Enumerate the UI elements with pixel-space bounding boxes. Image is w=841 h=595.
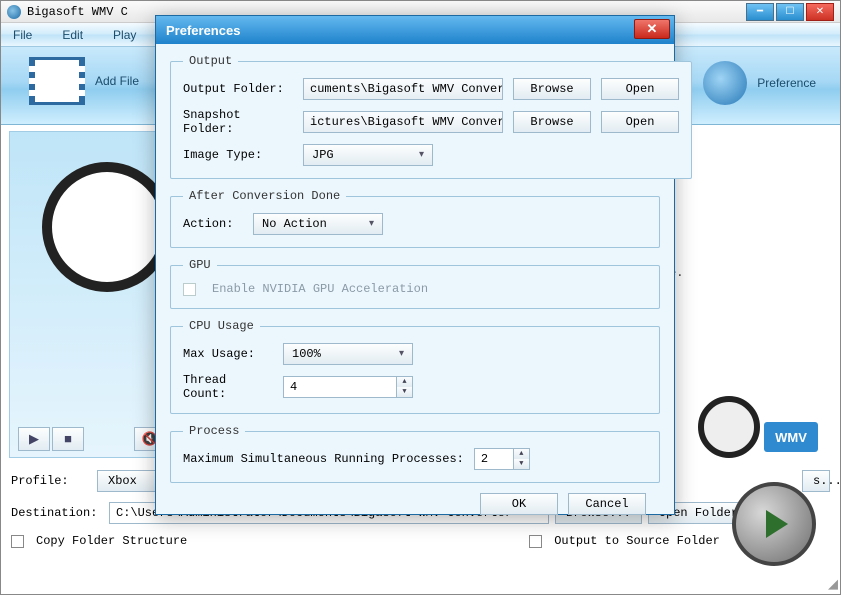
ok-button[interactable]: OK — [480, 493, 558, 515]
player-controls: ▶ ■ 🔇 — [18, 427, 166, 451]
cpu-usage-legend: CPU Usage — [183, 319, 260, 333]
menu-play[interactable]: Play — [113, 28, 136, 42]
output-group: Output Output Folder: cuments\Bigasoft W… — [170, 54, 692, 179]
copy-folder-structure-checkbox[interactable] — [11, 535, 24, 548]
window-controls: ━ ☐ ✕ — [746, 3, 834, 21]
snapshot-folder-field[interactable]: ictures\Bigasoft WMV Converter — [303, 111, 503, 133]
output-folder-label: Output Folder: — [183, 82, 293, 96]
output-folder-browse-button[interactable]: Browse — [513, 78, 591, 100]
menu-edit[interactable]: Edit — [62, 28, 83, 42]
after-conversion-legend: After Conversion Done — [183, 189, 346, 203]
cpu-usage-group: CPU Usage Max Usage: 100%▾ Thread Count:… — [170, 319, 660, 414]
spin-down-icon[interactable]: ▼ — [514, 459, 529, 469]
thread-count-label: Thread Count: — [183, 373, 273, 401]
preference-label: Preference — [757, 76, 816, 90]
gpu-legend: GPU — [183, 258, 217, 272]
output-legend: Output — [183, 54, 238, 68]
cancel-button[interactable]: Cancel — [568, 493, 646, 515]
maximize-button[interactable]: ☐ — [776, 3, 804, 21]
output-folder-field[interactable]: cuments\Bigasoft WMV Converter — [303, 78, 503, 100]
menu-file[interactable]: File — [13, 28, 32, 42]
window-title-text: Bigasoft WMV C — [27, 5, 128, 19]
action-label: Action: — [183, 217, 243, 231]
destination-label: Destination: — [11, 506, 103, 520]
gpu-group: GPU Enable NVIDIA GPU Acceleration — [170, 258, 660, 309]
chevron-down-icon: ▾ — [399, 348, 404, 360]
minimize-button[interactable]: ━ — [746, 3, 774, 21]
gpu-checkbox-label: Enable NVIDIA GPU Acceleration — [212, 282, 428, 296]
after-conversion-group: After Conversion Done Action: No Action▾ — [170, 189, 660, 248]
gear-icon — [703, 61, 747, 105]
process-legend: Process — [183, 424, 245, 438]
spin-down-icon[interactable]: ▼ — [397, 387, 412, 397]
dialog-close-button[interactable]: ✕ — [634, 19, 670, 39]
profile-selector[interactable]: Xbox — [97, 470, 157, 492]
spin-up-icon[interactable]: ▲ — [397, 377, 412, 387]
gpu-checkbox[interactable] — [183, 283, 196, 296]
stop-button[interactable]: ■ — [52, 427, 84, 451]
close-button[interactable]: ✕ — [806, 3, 834, 21]
profile-label: Profile: — [11, 474, 91, 488]
copy-folder-structure-label: Copy Folder Structure — [36, 534, 187, 548]
image-type-select[interactable]: JPG▾ — [303, 144, 433, 166]
snapshot-folder-open-button[interactable]: Open — [601, 111, 679, 133]
snapshot-folder-browse-button[interactable]: Browse — [513, 111, 591, 133]
process-group: Process Maximum Simultaneous Running Pro… — [170, 424, 660, 483]
start-conversion-button[interactable] — [732, 482, 816, 566]
spin-up-icon[interactable]: ▲ — [514, 449, 529, 459]
wmv-tag: WMV — [764, 422, 818, 452]
reel-small-icon — [698, 396, 760, 458]
action-select[interactable]: No Action▾ — [253, 213, 383, 235]
max-processes-label: Maximum Simultaneous Running Processes: — [183, 452, 464, 466]
resize-grip[interactable]: ◢ — [828, 577, 838, 592]
wmv-badge: WMV — [698, 380, 818, 458]
dialog-titlebar[interactable]: Preferences ✕ — [156, 16, 674, 44]
preferences-dialog: Preferences ✕ Output Output Folder: cume… — [155, 15, 675, 515]
dialog-title: Preferences — [166, 23, 240, 38]
chevron-down-icon: ▾ — [369, 218, 374, 230]
output-to-source-label: Output to Source Folder — [554, 534, 720, 548]
output-to-source-checkbox[interactable] — [529, 535, 542, 548]
film-reel-icon — [42, 162, 172, 292]
thread-count-spinner[interactable]: 4 ▲▼ — [283, 376, 413, 398]
add-file-label: Add File — [95, 74, 139, 88]
add-file-button[interactable]: Add File — [29, 57, 139, 105]
max-usage-label: Max Usage: — [183, 347, 273, 361]
preference-button[interactable]: Preference — [703, 61, 816, 105]
play-button[interactable]: ▶ — [18, 427, 50, 451]
app-icon — [7, 5, 21, 19]
chevron-down-icon: ▾ — [419, 149, 424, 161]
film-icon — [29, 57, 85, 105]
snapshot-folder-label: Snapshot Folder: — [183, 108, 293, 136]
max-usage-select[interactable]: 100%▾ — [283, 343, 413, 365]
profile-settings-button[interactable]: s... — [802, 470, 830, 492]
output-folder-open-button[interactable]: Open — [601, 78, 679, 100]
max-processes-spinner[interactable]: 2 ▲▼ — [474, 448, 530, 470]
image-type-label: Image Type: — [183, 148, 293, 162]
